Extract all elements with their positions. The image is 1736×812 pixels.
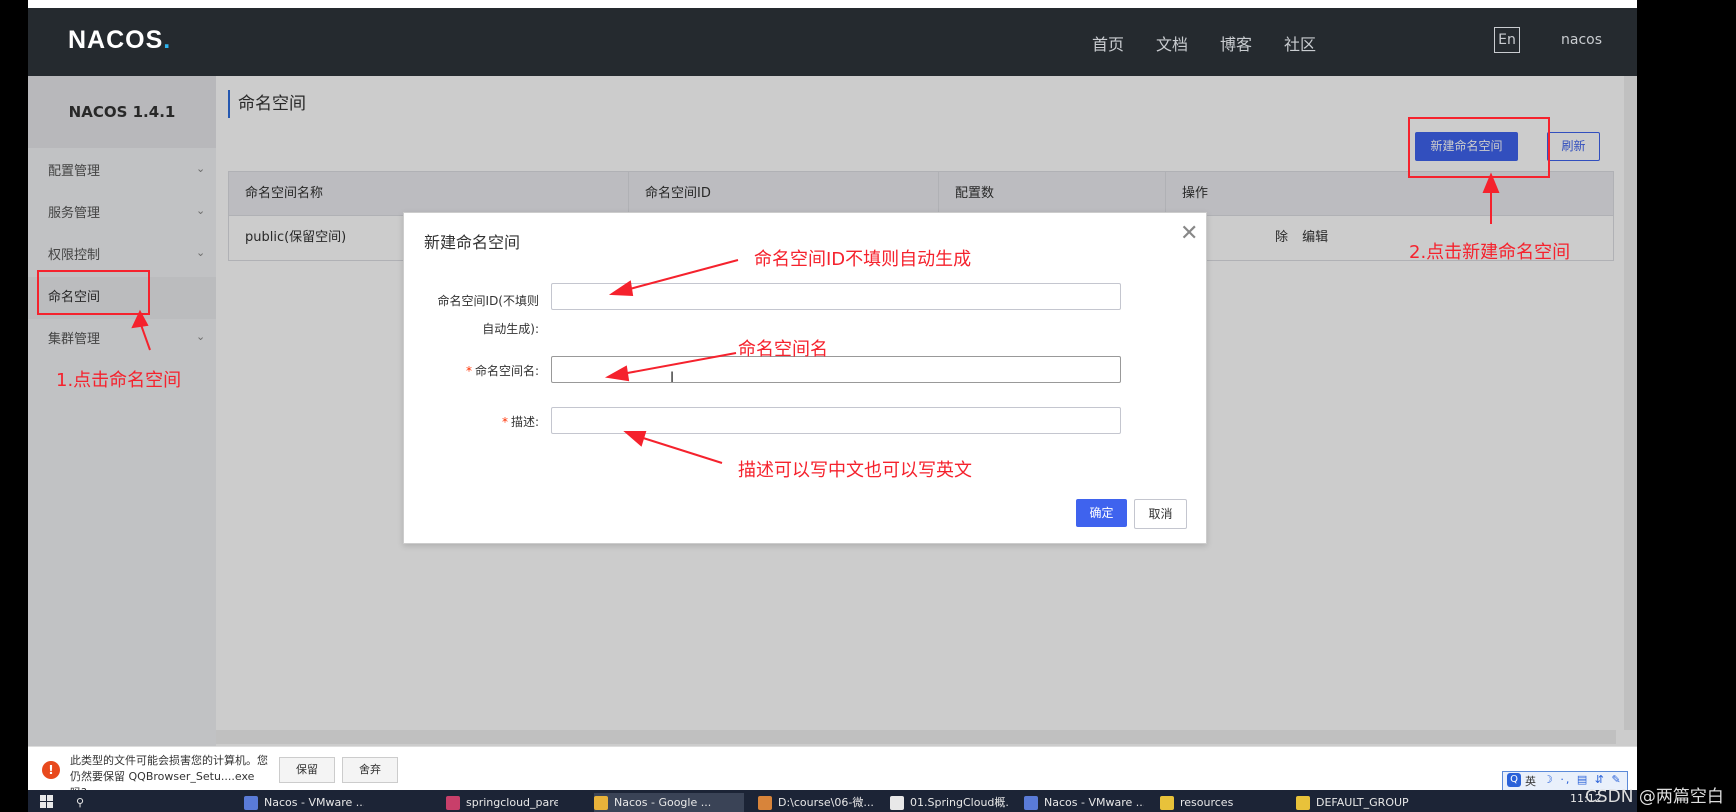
taskbar-item[interactable]: D:\course\06-微...	[758, 793, 878, 812]
taskbar-item[interactable]: DEFAULT_GROUP	[1296, 793, 1426, 812]
top-navbar: NACOS. 首页 文档 博客 社区 En nacos	[28, 8, 1637, 76]
csdn-watermark: CSDN @两篇空白	[1585, 787, 1724, 807]
windows-start-icon[interactable]	[40, 795, 54, 809]
namespace-id-label: 命名空间ID(不填则 自动生成):	[424, 287, 539, 343]
dialog-title: 新建命名空间	[424, 233, 521, 252]
taskbar-item[interactable]: resources	[1160, 793, 1260, 812]
namespace-name-label-text: 命名空间名:	[474, 364, 539, 378]
description-input[interactable]	[551, 407, 1121, 434]
close-icon[interactable]: ✕	[1180, 221, 1198, 246]
taskbar-item-label: DEFAULT_GROUP	[1316, 796, 1409, 809]
taskbar-item[interactable]: Nacos - VMware ...	[244, 793, 364, 812]
taskbar-item-label: Nacos - VMware ...	[264, 796, 364, 809]
description-label: * 描述:	[424, 412, 539, 432]
browser-top-edge	[28, 0, 1637, 8]
warning-icon: !	[42, 761, 60, 779]
logo-text: NACOS	[68, 26, 164, 54]
nav-blog-link[interactable]: 博客	[1220, 31, 1252, 55]
required-mark: *	[501, 415, 508, 429]
warning-line1: 此类型的文件可能会损害您的计算机。您	[70, 754, 268, 767]
namespace-id-label-line2: 自动生成):	[482, 322, 539, 336]
taskbar-item[interactable]: Nacos - VMware ...	[1024, 793, 1144, 812]
annotation-step1: 1.点击命名空间	[56, 370, 182, 391]
annotation-desc-note: 描述可以写中文也可以写英文	[738, 460, 972, 481]
logo-dot: .	[163, 26, 172, 54]
taskbar-item-label: Nacos - Google ...	[614, 796, 712, 809]
keep-button[interactable]: 保留	[279, 757, 335, 783]
annotation-box-namespace-menu	[37, 270, 150, 315]
cancel-button[interactable]: 取消	[1134, 499, 1187, 529]
ime-language[interactable]: 英	[1525, 773, 1536, 789]
nav-home-link[interactable]: 首页	[1092, 31, 1124, 55]
annotation-step2: 2.点击新建命名空间	[1409, 242, 1571, 263]
search-icon[interactable]: ⚲	[76, 793, 90, 812]
namespace-name-input[interactable]	[551, 356, 1121, 383]
namespace-id-input[interactable]	[551, 283, 1121, 310]
user-name[interactable]: nacos	[1561, 32, 1602, 48]
required-mark: *	[465, 364, 472, 378]
annotation-id-note: 命名空间ID不填则自动生成	[754, 249, 972, 270]
namespace-name-label: * 命名空间名:	[424, 361, 539, 381]
taskbar-item[interactable]: 01.SpringCloud概...	[890, 793, 1010, 812]
language-switch-button[interactable]: En	[1494, 27, 1520, 53]
taskbar-item-label: Nacos - VMware ...	[1044, 796, 1144, 809]
taskbar-item-label: D:\course\06-微...	[778, 796, 874, 809]
discard-button[interactable]: 舍弃	[342, 757, 398, 783]
text-cursor-icon: I	[670, 370, 675, 386]
nacos-logo[interactable]: NACOS.	[68, 26, 171, 55]
taskbar-item[interactable]: springcloud_pare...	[446, 793, 558, 812]
taskbar-item-label: resources	[1180, 796, 1234, 809]
confirm-button[interactable]: 确定	[1076, 499, 1127, 527]
nav-community-link[interactable]: 社区	[1284, 31, 1316, 55]
description-label-text: 描述:	[510, 415, 539, 429]
taskbar-item-active[interactable]: Nacos - Google ...	[594, 793, 744, 812]
annotation-name-note: 命名空间名	[738, 339, 828, 360]
nav-docs-link[interactable]: 文档	[1156, 31, 1188, 55]
namespace-id-label-line1: 命名空间ID(不填则	[437, 294, 539, 308]
annotation-box-new-button	[1408, 117, 1550, 178]
taskbar-item-label: springcloud_pare...	[466, 796, 558, 809]
taskbar-item-label: 01.SpringCloud概...	[910, 796, 1010, 809]
download-warning-bar: ! 此类型的文件可能会损害您的计算机。您 仍然要保留 QQBrowser_Set…	[28, 746, 1637, 799]
ime-logo-icon: Q	[1507, 773, 1521, 787]
taskbar: ⚲ Nacos - VMware ... springcloud_pare...…	[28, 790, 1637, 812]
